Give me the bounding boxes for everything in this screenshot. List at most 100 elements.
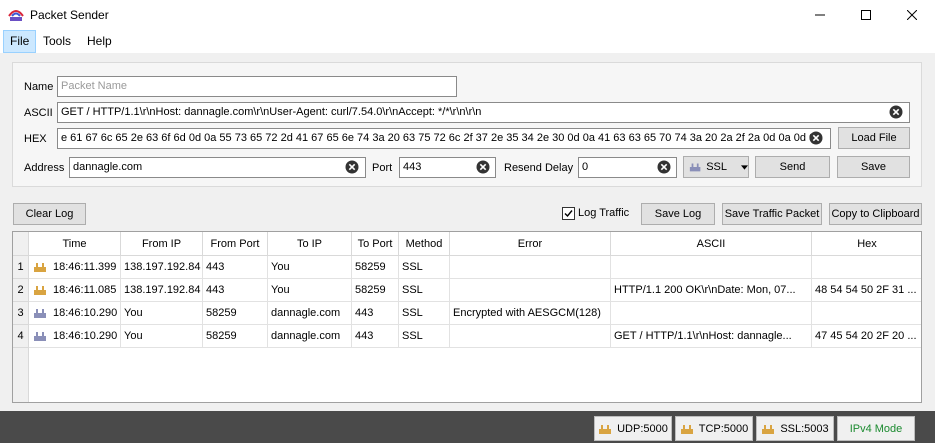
cell-from-port: 443 bbox=[203, 279, 268, 302]
udp-status-text: UDP:5000 bbox=[617, 422, 668, 435]
tcp-icon bbox=[680, 424, 693, 434]
send-button[interactable]: Send bbox=[755, 156, 830, 178]
cell-ascii: HTTP/1.1 200 OK\r\nDate: Mon, 07... bbox=[611, 279, 812, 302]
cell-from-port: 443 bbox=[203, 256, 268, 279]
header-ascii[interactable]: ASCII bbox=[611, 232, 812, 256]
incoming-packet-icon bbox=[34, 286, 46, 295]
save-log-button[interactable]: Save Log bbox=[641, 203, 715, 225]
name-label: Name bbox=[24, 81, 54, 93]
minimize-button[interactable] bbox=[797, 0, 843, 30]
packet-form: Name Packet Name ASCII GET / HTTP/1.1\r\… bbox=[12, 62, 922, 187]
outgoing-packet-icon bbox=[34, 309, 46, 318]
header-error[interactable]: Error bbox=[450, 232, 611, 256]
copy-to-clipboard-button[interactable]: Copy to Clipboard bbox=[829, 203, 922, 225]
clear-ascii-icon[interactable] bbox=[889, 105, 903, 119]
clear-port-icon[interactable] bbox=[476, 160, 490, 174]
ascii-label: ASCII bbox=[24, 107, 53, 119]
maximize-button[interactable] bbox=[843, 0, 889, 30]
header-time[interactable]: Time bbox=[29, 232, 121, 256]
cell-method: SSL bbox=[399, 279, 450, 302]
header-from-ip[interactable]: From IP bbox=[121, 232, 203, 256]
close-icon bbox=[907, 10, 917, 20]
table-row[interactable]: 18:46:11.399 bbox=[29, 256, 121, 279]
hex-input[interactable]: e 61 67 6c 65 2e 63 6f 6d 0d 0a 55 73 65… bbox=[57, 128, 831, 149]
protocol-select[interactable]: SSL bbox=[683, 156, 749, 178]
minimize-icon bbox=[815, 14, 825, 16]
ssl-icon bbox=[689, 163, 701, 172]
cell-ascii bbox=[611, 302, 812, 325]
menu-help[interactable]: Help bbox=[81, 30, 118, 53]
checkmark-icon bbox=[564, 210, 573, 218]
load-file-button[interactable]: Load File bbox=[838, 127, 910, 149]
name-input[interactable]: Packet Name bbox=[57, 76, 457, 97]
cell-method: SSL bbox=[399, 302, 450, 325]
save-button[interactable]: Save bbox=[837, 156, 910, 178]
cell-error bbox=[450, 256, 611, 279]
cell-error: Encrypted with AESGCM(128) bbox=[450, 302, 611, 325]
cell-from-port: 58259 bbox=[203, 302, 268, 325]
maximize-icon bbox=[861, 10, 871, 20]
status-bar: UDP:5000 TCP:5000 SSL:5003 IPv4 Mode bbox=[0, 411, 935, 443]
table-row[interactable]: 18:46:11.085 bbox=[29, 279, 121, 302]
header-to-port[interactable]: To Port bbox=[352, 232, 399, 256]
cell-from-ip: 138.197.192.84 bbox=[121, 279, 203, 302]
row-number: 1 bbox=[13, 256, 29, 279]
cell-time: 18:46:11.399 bbox=[53, 261, 117, 273]
ssl-status-icon bbox=[762, 424, 775, 434]
cell-to-ip: You bbox=[268, 256, 352, 279]
row-number: 4 bbox=[13, 325, 29, 348]
packet-sender-icon bbox=[8, 10, 24, 21]
close-window-button[interactable] bbox=[889, 0, 935, 30]
cell-from-ip: You bbox=[121, 302, 203, 325]
address-label: Address bbox=[24, 162, 65, 174]
cell-to-port: 58259 bbox=[352, 279, 399, 302]
row-number: 3 bbox=[13, 302, 29, 325]
row-number: 2 bbox=[13, 279, 29, 302]
protocol-value: SSL bbox=[706, 161, 728, 173]
cell-error bbox=[450, 325, 611, 348]
cell-from-ip: 138.197.192.84 bbox=[121, 256, 203, 279]
ascii-input[interactable]: GET / HTTP/1.1\r\nHost: dannagle.com\r\n… bbox=[57, 102, 910, 123]
header-to-ip[interactable]: To IP bbox=[268, 232, 352, 256]
header-hex[interactable]: Hex bbox=[812, 232, 921, 256]
window-title: Packet Sender bbox=[30, 8, 109, 22]
log-traffic-checkbox[interactable] bbox=[562, 207, 575, 220]
tcp-status-text: TCP:5000 bbox=[698, 422, 749, 435]
header-method[interactable]: Method bbox=[399, 232, 450, 256]
cell-to-port: 443 bbox=[352, 302, 399, 325]
udp-status[interactable]: UDP:5000 bbox=[594, 416, 672, 441]
cell-time: 18:46:10.290 bbox=[53, 330, 118, 342]
cell-error bbox=[450, 279, 611, 302]
header-corner bbox=[13, 232, 29, 256]
row-header-gutter bbox=[13, 348, 29, 402]
cell-ascii bbox=[611, 256, 812, 279]
udp-icon bbox=[599, 424, 612, 434]
cell-hex bbox=[812, 256, 921, 279]
cell-method: SSL bbox=[399, 325, 450, 348]
cell-from-port: 58259 bbox=[203, 325, 268, 348]
cell-hex bbox=[812, 302, 921, 325]
hex-label: HEX bbox=[24, 133, 47, 145]
clear-log-button[interactable]: Clear Log bbox=[13, 203, 86, 225]
cell-to-port: 58259 bbox=[352, 256, 399, 279]
cell-hex: 47 45 54 20 2F 20 ... bbox=[812, 325, 921, 348]
cell-to-ip: dannagle.com bbox=[268, 325, 352, 348]
header-from-port[interactable]: From Port bbox=[203, 232, 268, 256]
clear-address-icon[interactable] bbox=[345, 160, 359, 174]
cell-method: SSL bbox=[399, 256, 450, 279]
save-traffic-packet-button[interactable]: Save Traffic Packet bbox=[722, 203, 822, 225]
address-input[interactable]: dannagle.com bbox=[69, 157, 366, 178]
table-row[interactable]: 18:46:10.290 bbox=[29, 325, 121, 348]
menu-tools[interactable]: Tools bbox=[37, 30, 77, 53]
cell-hex: 48 54 54 50 2F 31 ... bbox=[812, 279, 921, 302]
clear-resend-icon[interactable] bbox=[657, 160, 671, 174]
ipv4-mode-status[interactable]: IPv4 Mode bbox=[837, 416, 915, 441]
ssl-status[interactable]: SSL:5003 bbox=[756, 416, 834, 441]
ssl-status-text: SSL:5003 bbox=[780, 422, 829, 435]
chevron-down-icon bbox=[741, 164, 748, 170]
tcp-status[interactable]: TCP:5000 bbox=[675, 416, 753, 441]
menu-file[interactable]: File bbox=[3, 30, 37, 53]
table-row[interactable]: 18:46:10.290 bbox=[29, 302, 121, 325]
cell-to-port: 443 bbox=[352, 325, 399, 348]
clear-hex-icon[interactable] bbox=[809, 131, 823, 145]
